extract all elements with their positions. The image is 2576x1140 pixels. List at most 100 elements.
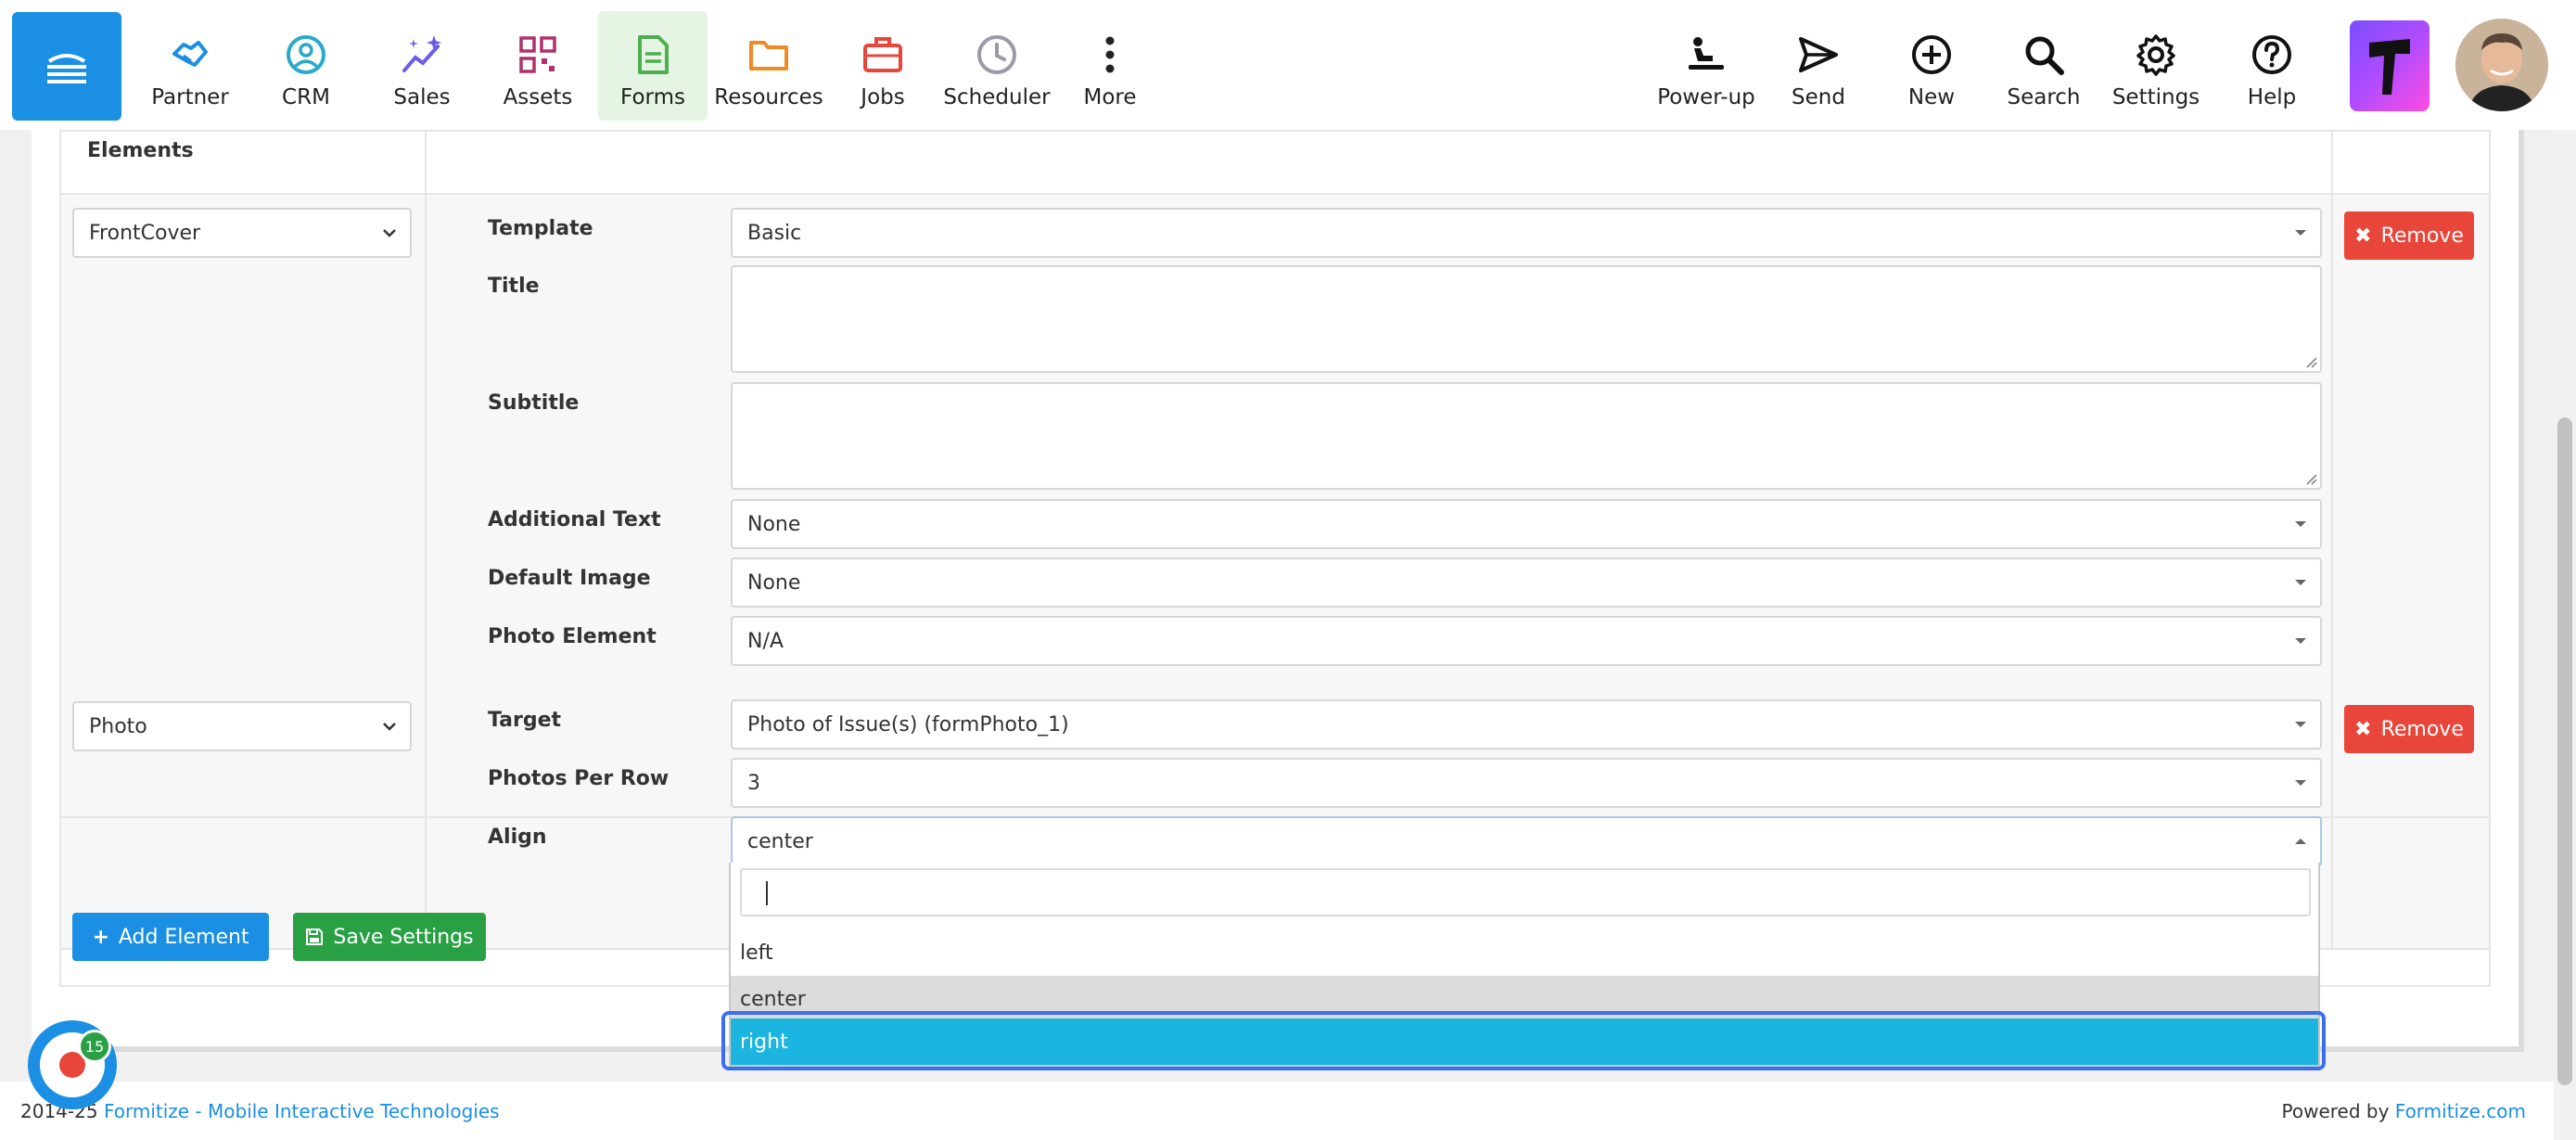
nav-send[interactable]: Send — [1764, 11, 1873, 121]
align-select[interactable]: center — [731, 816, 2322, 866]
save-icon — [306, 929, 324, 945]
handshake-icon — [172, 41, 208, 67]
elements-header: Elements — [87, 139, 194, 162]
field-label-subtitle: Subtitle — [488, 391, 580, 415]
help-icon — [2252, 35, 2291, 74]
nav-crm[interactable]: CRM — [251, 11, 361, 121]
briefcase-icon — [863, 37, 902, 72]
nav-help[interactable]: Help — [2217, 11, 2327, 121]
option-label: right — [740, 1030, 788, 1054]
nav-label: New — [1907, 85, 1956, 109]
caret-down-icon — [2295, 230, 2306, 236]
default-image-select[interactable]: None — [731, 557, 2322, 608]
nav-assets[interactable]: Assets — [483, 11, 593, 121]
field-label-title: Title — [488, 275, 540, 298]
nav-label: Help — [2247, 85, 2297, 109]
select-value: Photo of Issue(s) (formPhoto_1) — [747, 712, 1069, 737]
nav-label: Scheduler — [943, 85, 1051, 109]
plus-icon: + — [92, 925, 109, 949]
folder-icon — [749, 41, 788, 70]
title-textarea[interactable] — [731, 265, 2322, 373]
nav-label: CRM — [282, 85, 330, 109]
powered-link[interactable]: Formitize.com — [2395, 1100, 2526, 1122]
select-value: None — [747, 512, 801, 536]
nav-label: Forms — [620, 85, 685, 109]
resize-handle-icon[interactable] — [2304, 355, 2317, 368]
power-up-icon — [1689, 37, 1724, 70]
home-logo-button[interactable] — [12, 12, 121, 121]
plus-circle-icon — [1912, 35, 1951, 74]
element-type-value: FrontCover — [89, 221, 201, 245]
top-navigation: Partner CRM Sales Assets Forms Resources… — [0, 0, 2576, 130]
element-type-select[interactable]: Photo — [72, 701, 412, 751]
add-element-button[interactable]: + Add Element — [72, 913, 269, 961]
remove-photo-button[interactable]: ✖ Remove — [2344, 705, 2474, 753]
nav-label: Send — [1792, 85, 1845, 109]
nav-sales[interactable]: Sales — [367, 11, 477, 121]
footer-powered-by: Powered by Formitize.com — [2282, 1100, 2527, 1122]
template-select[interactable]: Basic — [731, 208, 2322, 258]
nav-more[interactable]: More — [1055, 11, 1165, 121]
nav-label: Partner — [151, 85, 229, 109]
button-label: Add Element — [118, 925, 249, 949]
nav-power-up[interactable]: Power-up — [1651, 11, 1761, 121]
caret-down-icon — [2295, 780, 2306, 786]
nav-jobs[interactable]: Jobs — [828, 11, 937, 121]
select-value: None — [747, 570, 801, 595]
search-icon — [2025, 36, 2064, 75]
caret-down-icon — [2295, 580, 2306, 585]
nav-forms[interactable]: Forms — [598, 11, 708, 121]
button-label: Save Settings — [333, 925, 474, 949]
notification-badge: 15 — [78, 1030, 111, 1063]
nav-new[interactable]: New — [1877, 11, 1986, 121]
element-type-select[interactable]: FrontCover — [72, 208, 412, 258]
element-type-value: Photo — [89, 714, 147, 738]
gear-icon — [2136, 34, 2175, 76]
field-label-default-image: Default Image — [488, 567, 651, 590]
field-label-photos-per-row: Photos Per Row — [488, 767, 670, 790]
target-select[interactable]: Photo of Issue(s) (formPhoto_1) — [731, 699, 2322, 749]
hamburger-logo-icon — [47, 53, 86, 83]
select-value: Basic — [747, 221, 802, 245]
field-label-additional-text: Additional Text — [488, 508, 661, 532]
nav-search[interactable]: Search — [1989, 11, 2098, 121]
dropdown-search-input[interactable] — [740, 868, 2311, 916]
nav-label: Sales — [393, 85, 451, 109]
photo-element-select[interactable]: N/A — [731, 616, 2322, 666]
nav-settings[interactable]: Settings — [2101, 11, 2211, 121]
dropdown-option-right[interactable]: right — [731, 1018, 2318, 1065]
subtitle-textarea[interactable] — [731, 382, 2322, 490]
additional-text-select[interactable]: None — [731, 499, 2322, 549]
user-avatar[interactable] — [2455, 19, 2548, 111]
qr-code-icon — [519, 36, 556, 73]
field-label-target: Target — [488, 709, 562, 732]
company-link[interactable]: Formitize - Mobile Interactive Technolog… — [104, 1100, 500, 1122]
nav-resources[interactable]: Resources — [714, 11, 823, 121]
close-icon: ✖ — [2354, 717, 2372, 741]
nav-partner[interactable]: Partner — [135, 11, 245, 121]
app-brand-tile[interactable] — [2350, 20, 2429, 111]
chevron-down-icon — [383, 723, 396, 731]
resize-handle-icon[interactable] — [2304, 472, 2317, 485]
caret-down-icon — [2295, 638, 2306, 644]
text-cursor — [766, 881, 768, 905]
more-vertical-icon — [1105, 36, 1115, 73]
remove-frontcover-button[interactable]: ✖ Remove — [2344, 211, 2474, 260]
powered-prefix: Powered by — [2281, 1100, 2390, 1122]
close-icon: ✖ — [2354, 224, 2372, 248]
save-settings-button[interactable]: Save Settings — [293, 913, 486, 961]
photos-per-row-select[interactable]: 3 — [731, 758, 2322, 808]
user-circle-icon — [287, 35, 325, 74]
avatar-photo-icon — [2455, 19, 2548, 111]
dropdown-option-left[interactable]: left — [731, 929, 2318, 976]
scrollbar-thumb[interactable] — [2557, 417, 2572, 1085]
caret-down-icon — [2295, 722, 2306, 727]
nav-label: More — [1083, 85, 1137, 109]
field-label-template: Template — [488, 217, 593, 240]
clock-icon — [977, 35, 1016, 74]
nav-scheduler[interactable]: Scheduler — [942, 11, 1052, 121]
dropdown-option-center[interactable]: center — [731, 976, 2318, 1022]
page-scrollbar[interactable] — [2554, 0, 2576, 1140]
sparkle-chart-icon — [402, 35, 441, 72]
select-value: center — [747, 829, 813, 853]
